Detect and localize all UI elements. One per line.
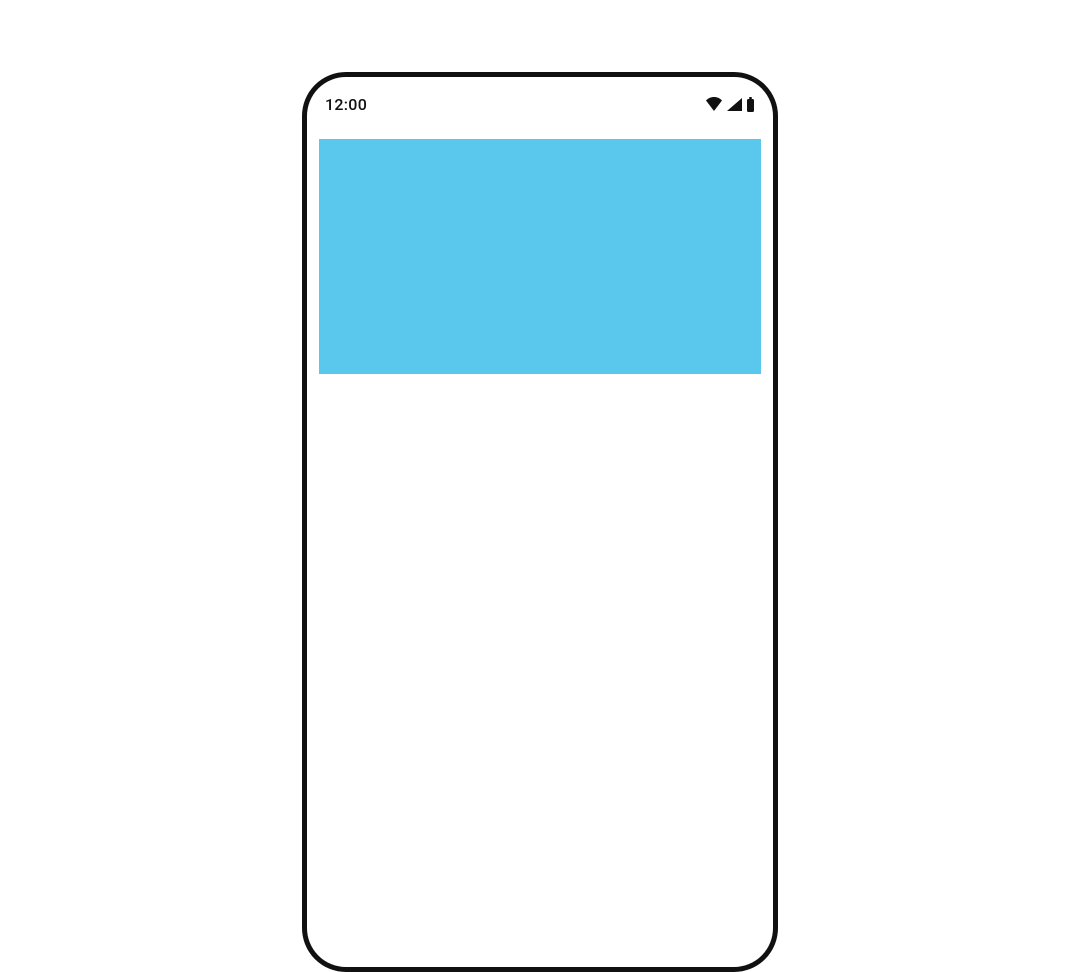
phone-device-frame: 12:00 bbox=[302, 72, 778, 972]
cellular-signal-icon bbox=[726, 97, 743, 112]
status-bar: 12:00 bbox=[307, 77, 773, 131]
wifi-icon bbox=[705, 97, 723, 112]
status-time: 12:00 bbox=[325, 95, 367, 114]
content-rectangle bbox=[319, 139, 761, 374]
status-icons bbox=[705, 97, 755, 112]
battery-icon bbox=[746, 97, 755, 112]
